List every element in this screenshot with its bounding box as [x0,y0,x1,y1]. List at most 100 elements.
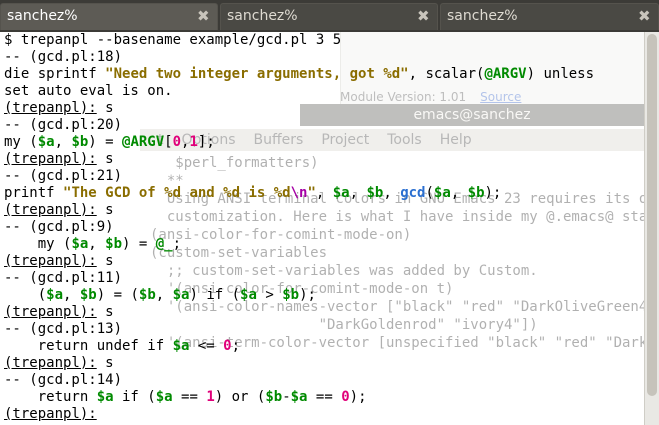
terminal-text: [ [164,134,173,150]
terminal-text: s [96,355,114,371]
terminal-text: $b [79,287,97,303]
terminal-text: "Need two integer arguments, got %d" [105,66,409,82]
tab-2[interactable]: sanchez% ✖ [220,3,438,30]
terminal-text: 1 [206,389,215,405]
terminal-text: ); [349,389,367,405]
terminal-line: (trepanpl): s [4,202,594,219]
terminal-line: -- (gcd.pl:20) [4,117,594,134]
terminal-text: 1 [189,134,198,150]
terminal-text: $b [282,287,300,303]
terminal-text: gcd [400,185,426,201]
terminal-line: -- (gcd.pl:9) [4,219,594,236]
terminal-text: s [96,202,114,218]
terminal-text: set auto eval is on. [4,83,173,99]
terminal-text: my ( [4,134,38,150]
terminal-text: , [349,185,367,201]
terminal-line: -- (gcd.pl:14) [4,372,594,389]
tab-1[interactable]: sanchez% ✖ [0,3,218,30]
terminal-text: 0 [172,134,182,150]
terminal-text: ) if ( [189,287,241,303]
terminal-text: @ARGV [484,66,527,82]
terminal-area[interactable]: Module Version: 1.01 Source emacs@sanchez… [0,32,644,425]
debugger-prompt: (trepanpl): [4,406,97,422]
terminal-text: ) = [122,236,156,252]
terminal-text: $b [366,185,384,201]
terminal-line: -- (gcd.pl:13) [4,321,594,338]
terminal-text: "The GCD of %d and %d is %d [63,185,291,201]
terminal-line: (trepanpl): [4,406,594,423]
terminal-text: s [96,100,114,116]
terminal-text: $a [71,236,89,252]
terminal-text: $a [433,185,451,201]
terminal-scrollbar[interactable] [644,32,659,425]
terminal-text: $a [37,134,55,150]
terminal-text: s [96,253,114,269]
terminal-line: set auto eval is on. [4,83,594,100]
terminal-text: $b [138,287,156,303]
debugger-prompt: (trepanpl): [4,202,97,218]
terminal-text: 0 [223,338,232,354]
terminal-text: , [315,185,333,201]
terminal-text: die sprintf [4,66,106,82]
debugger-prompt: (trepanpl): [4,151,97,167]
terminal-text: return undef if [4,338,173,354]
terminal-text: return [4,389,97,405]
terminal-line: (trepanpl): s [4,304,594,321]
terminal-line: die sprintf "Need two integer arguments,… [4,66,594,83]
terminal-text: $a [96,389,114,405]
terminal-text: " [307,185,316,201]
close-icon[interactable]: ✖ [417,6,431,25]
terminal-text: $b [265,389,283,405]
terminal-text: $a [172,338,190,354]
close-icon[interactable]: ✖ [638,6,652,25]
terminal-text: $a [240,287,257,303]
terminal-text: $a [46,287,64,303]
terminal-text: , [155,287,173,303]
terminal-text: -- (gcd.pl:11) [4,270,123,286]
terminal-text: , scalar( [408,66,485,82]
terminal-line: my ($a, $b) = @ARGV[0,1]; [4,134,594,151]
terminal-text: , [63,287,80,303]
terminal-text: ); [299,287,316,303]
scrollbar-thumb[interactable] [647,34,657,396]
terminal-text: printf [4,185,64,201]
tab-3[interactable]: sanchez% ✖ [440,3,659,30]
terminal-text: ]; [197,134,215,150]
terminal-text: ) or ( [214,389,266,405]
terminal-text: $b [71,134,89,150]
terminal-text: ) unless [526,66,595,82]
terminal-text: $a [290,389,308,405]
terminal-line: -- (gcd.pl:18) [4,49,594,66]
terminal-line: -- (gcd.pl:21) [4,168,594,185]
terminal-text: ; [231,338,241,354]
terminal-text: -- (gcd.pl:21) [4,168,123,184]
terminal-text: s [96,151,114,167]
terminal-line: (trepanpl): s [4,355,594,372]
debugger-prompt: (trepanpl): [4,304,97,320]
terminal-line: ($a, $b) = ($b, $a) if ($a > $b); [4,287,594,304]
terminal-text: - [282,389,291,405]
terminal-line: -- (gcd.pl:11) [4,270,594,287]
debugger-prompt: (trepanpl): [4,355,97,371]
terminal-output: $ trepanpl --basename example/gcd.pl 3 5… [4,32,594,423]
terminal-line: my ($a, $b) = @_; [4,236,594,253]
terminal-text: , [383,185,401,201]
close-icon[interactable]: ✖ [197,6,211,25]
terminal-text: $a [155,389,173,405]
terminal-text: $b [467,185,485,201]
tab-bar: sanchez% ✖ sanchez% ✖ sanchez% ✖ [0,0,659,33]
terminal-text: ; [172,236,182,252]
terminal-line: return $a if ($a == 1) or ($b-$a == 0); [4,389,594,406]
terminal-line: printf "The GCD of %d and %d is %d\n", $… [4,185,594,202]
terminal-text: , [88,236,106,252]
terminal-text: == [307,389,342,405]
terminal-text: -- (gcd.pl:18) [4,49,123,65]
terminal-line: return undef if $a <= 0; [4,338,594,355]
terminal-text: my ( [4,236,72,252]
terminal-text: if ( [113,389,156,405]
terminal-text: -- (gcd.pl:14) [4,372,123,388]
terminal-text: ) = ( [96,287,139,303]
terminal-text: -- (gcd.pl:9) [4,219,114,235]
terminal-text: , [450,185,468,201]
terminal-text: ( [4,287,47,303]
